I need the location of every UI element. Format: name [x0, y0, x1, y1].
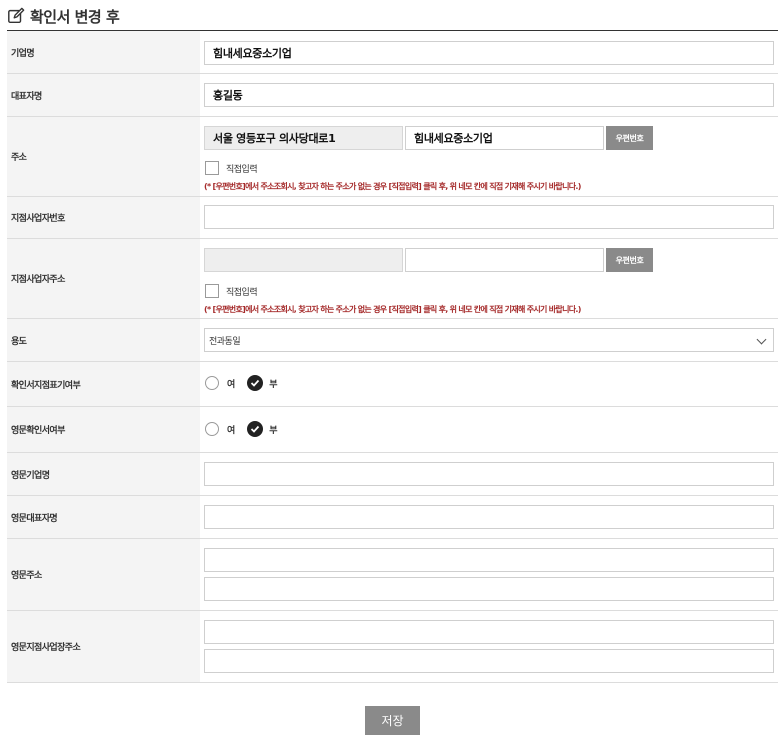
- row-ceo-name: 대표자명 홍길동: [7, 74, 778, 117]
- row-purpose: 용도 전과동일: [7, 319, 778, 362]
- row-english-branch-address: 영문지점사업장주소: [7, 611, 778, 683]
- label-english-company: 영문기업명: [7, 453, 200, 495]
- page-title: 확인서 변경 후: [30, 7, 120, 26]
- branch-display-yes-label: 여: [227, 379, 236, 390]
- label-english-ceo: 영문대표자명: [7, 496, 200, 538]
- label-branch-reg-no: 지점사업자번호: [7, 197, 200, 238]
- english-branch-address-line1-input[interactable]: [204, 620, 774, 644]
- english-cert-yes-label: 여: [227, 425, 236, 436]
- purpose-selected-value: 전과동일: [209, 336, 241, 347]
- manual-entry-checkbox-line: 직접입력: [205, 161, 258, 175]
- branch-reg-no-input[interactable]: [204, 205, 774, 229]
- address-street-input[interactable]: 서울 영등포구 의사당대로1: [204, 126, 403, 150]
- branch-display-no-label: 부: [269, 379, 278, 390]
- label-branch-display: 확인서지점표기여부: [7, 362, 200, 406]
- manual-entry-label: 직접입력: [226, 164, 258, 175]
- branch-address-detail-input[interactable]: [405, 248, 604, 272]
- row-english-company: 영문기업명: [7, 453, 778, 496]
- branch-address-street-input[interactable]: [204, 248, 403, 272]
- zip-search-button[interactable]: 우편번호: [606, 126, 653, 150]
- branch-manual-entry-checkbox-line: 직접입력: [205, 284, 258, 298]
- label-english-cert: 영문확인서여부: [7, 407, 200, 452]
- address-notice: (* [우편번호]에서 주소조회시, 찾고자 하는 주소가 없는 경우 [직접입…: [204, 182, 581, 191]
- row-address: 주소 서울 영등포구 의사당대로1 힘내세요중소기업 우편번호 직접입력 (* …: [7, 117, 778, 197]
- label-ceo-name: 대표자명: [7, 74, 200, 116]
- row-branch-display: 확인서지점표기여부 여 부: [7, 362, 778, 407]
- english-address-line2-input[interactable]: [204, 577, 774, 601]
- branch-zip-search-button[interactable]: 우편번호: [606, 248, 653, 272]
- row-english-ceo: 영문대표자명: [7, 496, 778, 539]
- check-icon: [251, 425, 260, 433]
- english-cert-radio-group: 여 부: [205, 421, 290, 437]
- row-english-cert: 영문확인서여부 여 부: [7, 407, 778, 453]
- label-company-name: 기업명: [7, 31, 200, 73]
- branch-display-radio-group: 여 부: [205, 375, 290, 391]
- english-cert-yes-radio[interactable]: [205, 422, 219, 436]
- english-address-line1-input[interactable]: [204, 548, 774, 572]
- ceo-name-input[interactable]: 홍길동: [204, 83, 774, 107]
- address-detail-input[interactable]: 힘내세요중소기업: [405, 126, 604, 150]
- save-button[interactable]: 저장: [365, 706, 420, 735]
- check-icon: [251, 379, 260, 387]
- purpose-select[interactable]: 전과동일: [204, 328, 774, 352]
- label-address: 주소: [7, 117, 200, 196]
- row-company-name: 기업명 힘내세요중소기업: [7, 31, 778, 74]
- chevron-down-icon: [756, 334, 767, 345]
- branch-manual-entry-checkbox[interactable]: [205, 284, 219, 298]
- english-ceo-input[interactable]: [204, 505, 774, 529]
- english-cert-no-label: 부: [269, 425, 278, 436]
- branch-address-notice: (* [우편번호]에서 주소조회시, 찾고자 하는 주소가 없는 경우 [직접입…: [204, 305, 581, 314]
- change-form: 기업명 힘내세요중소기업 대표자명 홍길동 주소 서울 영등포구 의사당대로1 …: [7, 30, 778, 683]
- label-branch-address: 지점사업자주소: [7, 239, 200, 318]
- page-header: 확인서 변경 후: [7, 4, 120, 28]
- branch-display-yes-radio[interactable]: [205, 376, 219, 390]
- label-purpose: 용도: [7, 319, 200, 361]
- edit-icon: [8, 7, 25, 24]
- row-branch-address: 지점사업자주소 우편번호 직접입력 (* [우편번호]에서 주소조회시, 찾고자…: [7, 239, 778, 319]
- manual-entry-checkbox[interactable]: [205, 161, 219, 175]
- branch-manual-entry-label: 직접입력: [226, 287, 258, 298]
- row-english-address: 영문주소: [7, 539, 778, 611]
- branch-display-no-radio[interactable]: [247, 375, 264, 391]
- english-branch-address-line2-input[interactable]: [204, 649, 774, 673]
- english-cert-no-radio[interactable]: [247, 421, 264, 437]
- row-branch-reg-no: 지점사업자번호: [7, 197, 778, 239]
- english-company-input[interactable]: [204, 462, 774, 486]
- label-english-branch-address: 영문지점사업장주소: [7, 611, 200, 682]
- company-name-input[interactable]: 힘내세요중소기업: [204, 41, 774, 65]
- label-english-address: 영문주소: [7, 539, 200, 610]
